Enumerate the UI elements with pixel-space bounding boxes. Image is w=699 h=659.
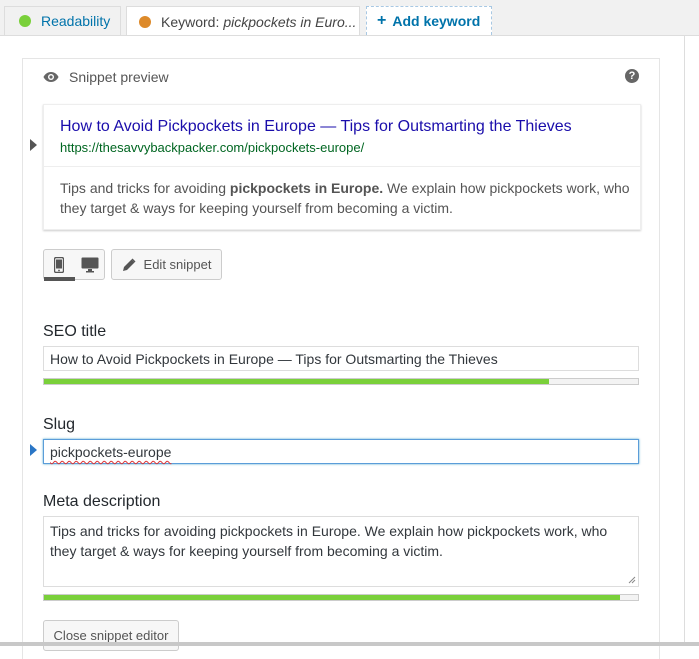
tab-readability[interactable]: Readability xyxy=(4,6,121,35)
tab-keyword[interactable]: Keyword: pickpockets in Euro... xyxy=(126,6,360,36)
bottom-scroll-edge xyxy=(0,642,699,646)
preview-mode-switcher xyxy=(43,249,105,281)
preview-desc-keyword: pickpockets in Europe. xyxy=(229,180,384,196)
preview-url[interactable]: https://thesavvybackpacker.com/pickpocke… xyxy=(60,140,364,155)
meta-description-value: Tips and tricks for avoiding pickpockets… xyxy=(50,523,612,559)
mobile-icon xyxy=(54,256,64,273)
plus-icon: + xyxy=(377,12,387,29)
close-snippet-editor-label: Close snippet editor xyxy=(53,628,169,643)
desktop-icon xyxy=(81,257,99,272)
active-mode-indicator xyxy=(44,277,75,281)
snippet-preview-heading: Snippet preview xyxy=(43,69,169,85)
mobile-preview-button[interactable] xyxy=(44,250,74,279)
preview-title[interactable]: How to Avoid Pickpockets in Europe — Tip… xyxy=(60,118,572,136)
snippet-editor-panel: Snippet preview ? How to Avoid Pickpocke… xyxy=(22,58,660,659)
metabox-content: Snippet preview ? How to Avoid Pickpocke… xyxy=(0,35,699,659)
preview-desc-prefix: Tips and tricks for avoiding xyxy=(60,180,230,196)
seo-title-label: SEO title xyxy=(43,323,107,340)
tab-readability-label: Readability xyxy=(41,13,111,29)
close-snippet-editor-button[interactable]: Close snippet editor xyxy=(43,620,179,651)
resize-handle-icon[interactable] xyxy=(628,576,636,584)
slug-caret-icon xyxy=(30,444,37,456)
add-keyword-label: Add keyword xyxy=(392,13,481,29)
seo-title-value: How to Avoid Pickpockets in Europe — Tip… xyxy=(50,351,498,367)
meta-description-progress xyxy=(43,594,639,601)
seo-title-input[interactable]: How to Avoid Pickpockets in Europe — Tip… xyxy=(43,346,639,371)
keyword-status-dot xyxy=(139,15,151,28)
eye-icon xyxy=(43,72,59,82)
preview-divider xyxy=(44,166,640,167)
snippet-preview-card[interactable]: How to Avoid Pickpockets in Europe — Tip… xyxy=(43,104,641,230)
seo-title-progress xyxy=(43,378,639,385)
desktop-preview-button[interactable] xyxy=(75,250,105,279)
slug-input[interactable]: pickpockets-europe xyxy=(43,439,639,464)
add-keyword-button[interactable]: + Add keyword xyxy=(366,6,492,35)
edit-snippet-button[interactable]: Edit snippet xyxy=(111,249,222,280)
slug-label: Slug xyxy=(43,416,76,433)
meta-description-textarea[interactable]: Tips and tricks for avoiding pickpockets… xyxy=(43,516,639,587)
seo-title-progress-fill xyxy=(44,379,549,384)
metabox-tabs: Readability Keyword: pickpockets in Euro… xyxy=(0,0,699,36)
slug-value: pickpockets-europe xyxy=(50,444,172,460)
question-icon[interactable]: ? xyxy=(625,69,639,83)
preview-title-caret-icon xyxy=(30,139,37,151)
readability-status-dot xyxy=(19,15,31,27)
snippet-preview-title: Snippet preview xyxy=(69,69,169,85)
tab-keyword-label: Keyword: xyxy=(161,13,220,30)
preview-description[interactable]: Tips and tricks for avoiding pickpockets… xyxy=(60,178,630,218)
meta-description-progress-fill xyxy=(44,595,621,600)
tab-keyword-value: pickpockets in Euro... xyxy=(223,13,357,30)
meta-description-label: Meta description xyxy=(43,493,161,510)
edit-snippet-label: Edit snippet xyxy=(143,257,212,272)
right-divider xyxy=(684,35,685,646)
pencil-icon xyxy=(122,258,136,271)
